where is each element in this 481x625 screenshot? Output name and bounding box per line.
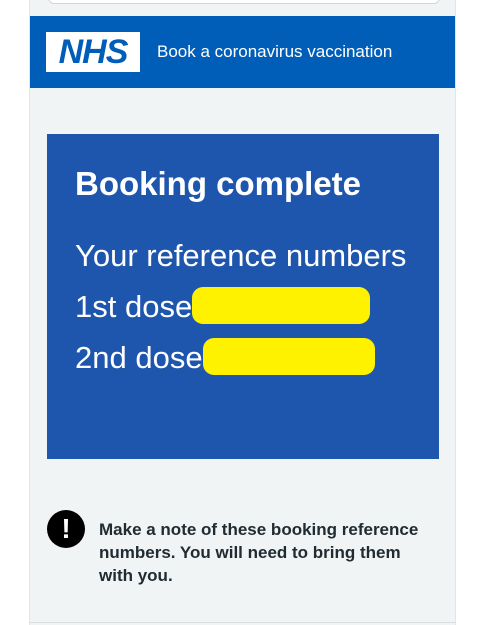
second-dose-reference-redacted: [202, 338, 375, 376]
panel-title: Booking complete: [75, 165, 362, 202]
first-dose-label: 1st dose: [75, 289, 193, 324]
warning-text: Make a note of these booking reference n…: [99, 520, 419, 585]
panel-body: Your reference numbers 1st dose 2nd dose: [75, 230, 425, 383]
first-dose-reference-redacted: [192, 287, 371, 325]
site-header: NHS Book a coronavirus vaccination: [30, 16, 455, 88]
warning-callout: ! Make a note of these booking reference…: [47, 508, 439, 588]
first-dose-row: 1st dose: [75, 281, 425, 332]
nhs-logo-text: NHS: [58, 33, 129, 71]
page-container: NHS Book a coronavirus vaccination Booki…: [29, 0, 456, 625]
exclamation-icon: !: [47, 510, 85, 548]
reference-numbers-heading: Your reference numbers: [75, 238, 407, 273]
service-name[interactable]: Book a coronavirus vaccination: [157, 41, 392, 63]
second-dose-row: 2nd dose: [75, 332, 425, 383]
nhs-logo[interactable]: NHS: [46, 32, 140, 72]
second-dose-label: 2nd dose: [75, 340, 203, 375]
confirmation-panel: Booking complete Your reference numbers …: [47, 134, 439, 459]
section-divider: [30, 622, 455, 623]
top-card-edge: [48, 0, 440, 4]
